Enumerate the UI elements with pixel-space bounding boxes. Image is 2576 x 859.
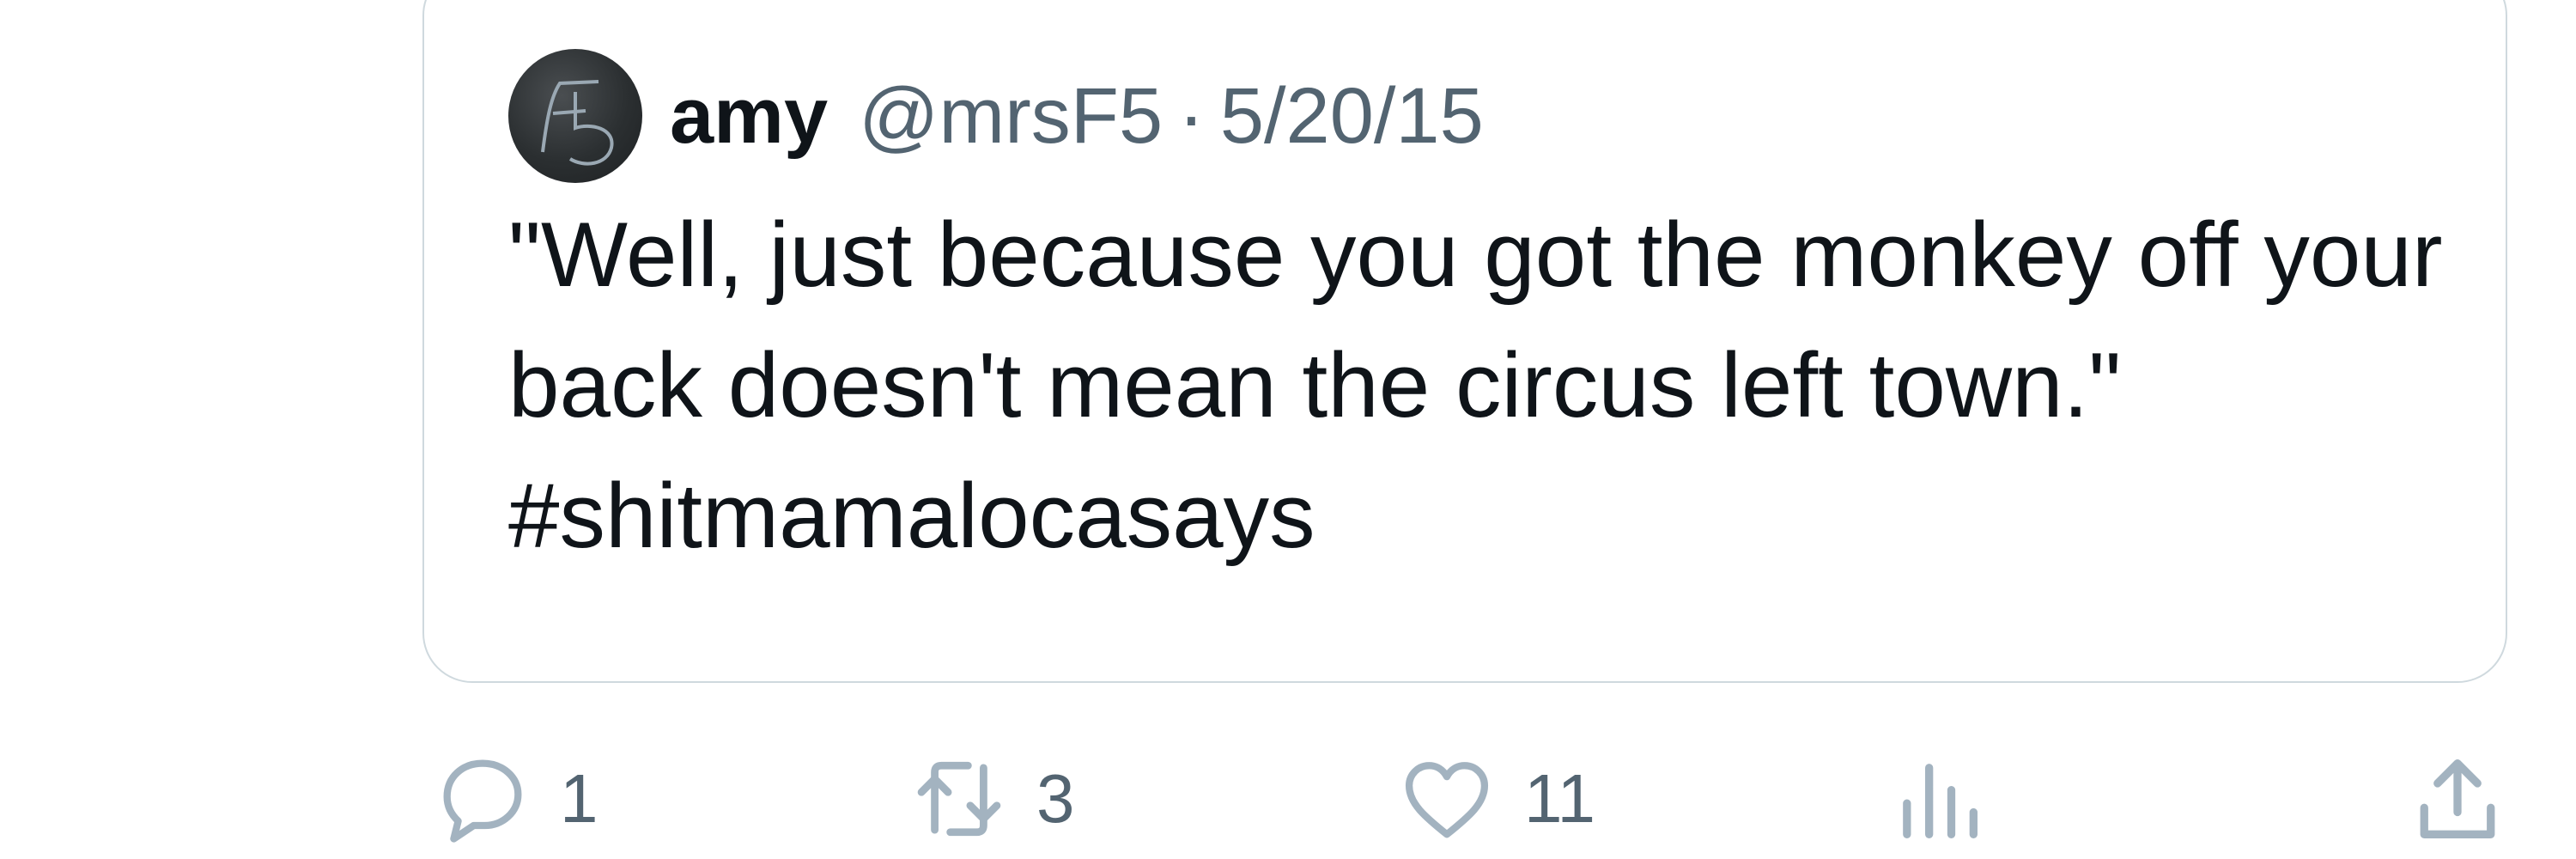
share-upload-icon: [2420, 759, 2495, 838]
reply-icon: [443, 759, 522, 843]
avatar-f5-sketch-icon: [541, 80, 614, 166]
retweet-button[interactable]: 3: [906, 739, 1075, 859]
header-separator: ·: [1178, 72, 1205, 160]
like-count: 11: [1524, 760, 1596, 837]
reply-count: 1: [560, 760, 598, 837]
tweet-date[interactable]: 5/20/15: [1220, 76, 1484, 155]
heart-icon: [1405, 762, 1489, 838]
hashtag-link[interactable]: #shitmamalocasays: [508, 464, 1315, 567]
views-bar-chart-icon: [1903, 764, 1978, 838]
quoted-tweet-card[interactable]: amy @mrsF5 · 5/20/15 "Well, just because…: [422, 0, 2507, 683]
like-button[interactable]: 11: [1394, 739, 1595, 859]
quoted-tweet-header: amy @mrsF5 · 5/20/15: [508, 49, 1484, 183]
retweet-icon: [917, 761, 1001, 837]
tweet-action-bar: 1 3 11: [0, 739, 2576, 859]
author-name[interactable]: amy: [670, 76, 828, 155]
share-button[interactable]: [2404, 739, 2511, 859]
views-button[interactable]: [1885, 739, 1991, 859]
author-avatar[interactable]: [508, 49, 642, 183]
author-handle[interactable]: @mrsF5: [859, 76, 1163, 155]
retweet-count: 3: [1036, 760, 1075, 837]
tweet-body-text: "Well, just because you got the monkey o…: [508, 203, 2443, 436]
reply-button[interactable]: 1: [429, 739, 598, 859]
quoted-tweet-text: "Well, just because you got the monkey o…: [508, 189, 2466, 581]
